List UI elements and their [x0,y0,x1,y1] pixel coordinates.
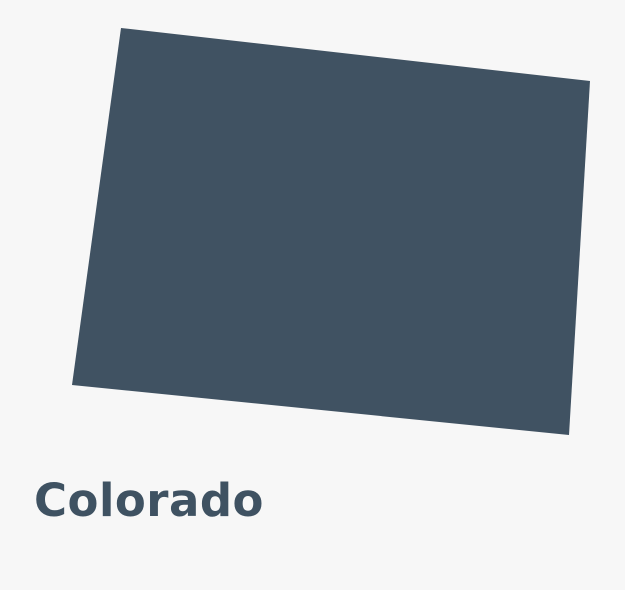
state-name-label: Colorado [34,474,264,527]
colorado-state-shape [72,28,590,435]
